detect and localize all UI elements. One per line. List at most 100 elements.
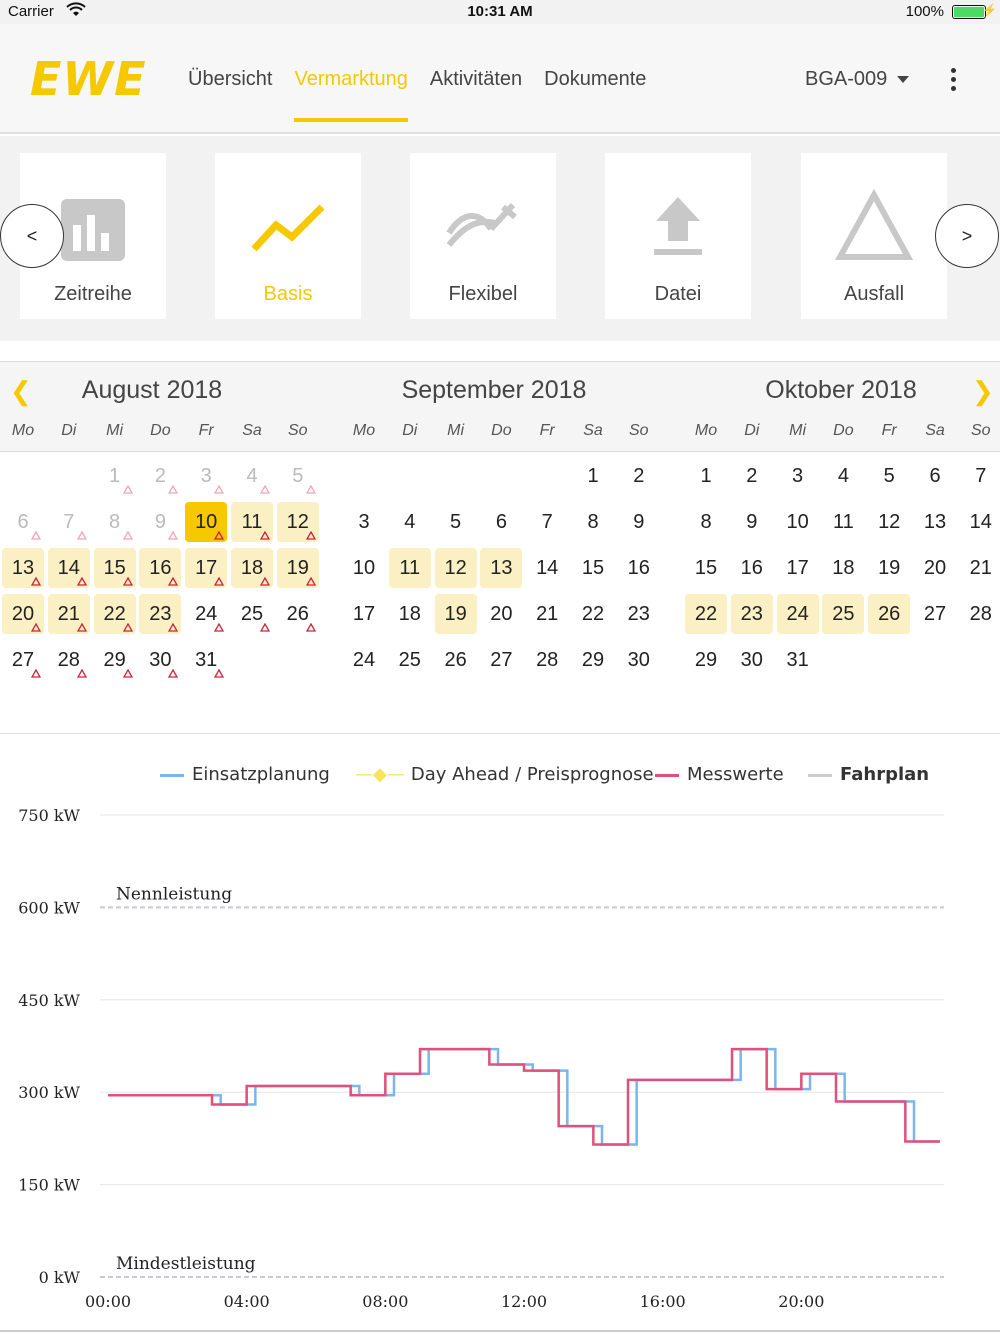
calendar-day[interactable]: 10 bbox=[343, 548, 385, 588]
calendar-day[interactable]: 3 bbox=[185, 456, 227, 496]
calendar-day[interactable]: 21 bbox=[960, 548, 1000, 588]
calendar-day[interactable]: 4 bbox=[231, 456, 273, 496]
calendar-day[interactable]: 25 bbox=[231, 594, 273, 634]
calendar-day[interactable]: 20 bbox=[480, 594, 522, 634]
calendar-day[interactable]: 31 bbox=[777, 640, 819, 680]
calendar-day[interactable]: 14 bbox=[526, 548, 568, 588]
calendar-day[interactable]: 2 bbox=[139, 456, 181, 496]
calendar-day[interactable]: 1 bbox=[572, 456, 614, 496]
calendar-day[interactable]: 29 bbox=[94, 640, 136, 680]
calendar-day[interactable]: 1 bbox=[94, 456, 136, 496]
calendar-day[interactable]: 23 bbox=[139, 594, 182, 634]
calendar-day[interactable]: 24 bbox=[343, 640, 385, 680]
calendar-day[interactable]: 6 bbox=[2, 502, 44, 542]
calendar-day[interactable]: 17 bbox=[343, 594, 385, 634]
calendar-day[interactable]: 12 bbox=[276, 502, 319, 542]
calendar-day[interactable]: 5 bbox=[277, 456, 319, 496]
calendar-day[interactable]: 18 bbox=[231, 548, 273, 588]
tab-aktivitaeten[interactable]: Aktivitäten bbox=[430, 68, 522, 122]
calendar-day[interactable]: 25 bbox=[822, 594, 865, 634]
mode-card-datei[interactable]: Datei bbox=[605, 153, 751, 319]
calendar-day[interactable]: 23 bbox=[618, 594, 660, 634]
calendar-day[interactable]: 9 bbox=[618, 502, 660, 542]
calendar-day[interactable]: 10 bbox=[777, 502, 819, 542]
calendar-day[interactable]: 27 bbox=[2, 640, 44, 680]
calendar-day[interactable]: 12 bbox=[868, 502, 910, 542]
calendar-day[interactable]: 9 bbox=[139, 502, 181, 542]
more-menu-icon[interactable] bbox=[946, 68, 960, 94]
tab-dokumente[interactable]: Dokumente bbox=[544, 68, 646, 122]
calendar-day[interactable]: 22 bbox=[93, 594, 136, 634]
calendar-day[interactable]: 27 bbox=[914, 594, 956, 634]
calendar-day[interactable]: 17 bbox=[185, 548, 228, 588]
next-mode-button[interactable]: > bbox=[935, 204, 999, 268]
calendar-day[interactable]: 10 bbox=[185, 502, 228, 542]
calendar-day[interactable]: 31 bbox=[185, 640, 227, 680]
mode-card-flexibel[interactable]: Flexibel bbox=[410, 153, 556, 319]
calendar-day[interactable]: 30 bbox=[139, 640, 181, 680]
calendar-day[interactable]: 26 bbox=[868, 594, 911, 634]
calendar-day[interactable]: 13 bbox=[480, 548, 523, 588]
calendar-day[interactable]: 16 bbox=[731, 548, 773, 588]
calendar-day[interactable]: 21 bbox=[526, 594, 568, 634]
calendar-day[interactable]: 24 bbox=[776, 594, 819, 634]
calendar-day[interactable]: 18 bbox=[822, 548, 864, 588]
tab-vermarktung[interactable]: Vermarktung bbox=[294, 68, 409, 122]
calendar-day[interactable]: 19 bbox=[276, 548, 319, 588]
calendar-day[interactable]: 3 bbox=[343, 502, 385, 542]
mode-card-ausfall[interactable]: Ausfall bbox=[801, 153, 947, 319]
calendar-day[interactable]: 7 bbox=[48, 502, 90, 542]
calendar-day[interactable]: 20 bbox=[2, 594, 44, 634]
calendar-day[interactable]: 18 bbox=[389, 594, 431, 634]
tab-uebersicht[interactable]: Übersicht bbox=[188, 68, 272, 122]
calendar-day[interactable]: 6 bbox=[480, 502, 522, 542]
calendar-day[interactable]: 23 bbox=[730, 594, 773, 634]
calendar-day[interactable]: 16 bbox=[618, 548, 660, 588]
calendar-day[interactable]: 30 bbox=[618, 640, 660, 680]
calendar-day[interactable]: 11 bbox=[388, 548, 431, 588]
calendar-day[interactable]: 16 bbox=[139, 548, 182, 588]
calendar-day[interactable]: 9 bbox=[731, 502, 773, 542]
calendar-day[interactable]: 3 bbox=[777, 456, 819, 496]
calendar-day[interactable]: 28 bbox=[48, 640, 90, 680]
calendar-day[interactable]: 27 bbox=[480, 640, 522, 680]
calendar-day[interactable]: 14 bbox=[960, 502, 1000, 542]
calendar-day[interactable]: 4 bbox=[822, 456, 864, 496]
calendar-day[interactable]: 15 bbox=[93, 548, 136, 588]
calendar-day[interactable]: 19 bbox=[434, 594, 477, 634]
calendar-day[interactable]: 8 bbox=[685, 502, 727, 542]
calendar-day[interactable]: 8 bbox=[94, 502, 136, 542]
calendar-day[interactable]: 8 bbox=[572, 502, 614, 542]
calendar-day[interactable]: 21 bbox=[47, 594, 90, 634]
calendar-day[interactable]: 29 bbox=[685, 640, 727, 680]
calendar-day[interactable]: 28 bbox=[526, 640, 568, 680]
calendar-day[interactable]: 26 bbox=[435, 640, 477, 680]
calendar-day[interactable]: 13 bbox=[914, 502, 956, 542]
calendar-day[interactable]: 12 bbox=[434, 548, 477, 588]
calendar-day[interactable]: 22 bbox=[685, 594, 727, 634]
calendar-day[interactable]: 24 bbox=[185, 594, 227, 634]
calendar-day[interactable]: 2 bbox=[618, 456, 660, 496]
calendar-day[interactable]: 7 bbox=[960, 456, 1000, 496]
calendar-day[interactable]: 11 bbox=[231, 502, 273, 542]
calendar-day[interactable]: 26 bbox=[277, 594, 319, 634]
calendar-day[interactable]: 5 bbox=[435, 502, 477, 542]
mode-card-basis[interactable]: Basis bbox=[215, 153, 361, 319]
calendar-day[interactable]: 28 bbox=[960, 594, 1000, 634]
calendar-day[interactable]: 4 bbox=[389, 502, 431, 542]
prev-mode-button[interactable]: < bbox=[0, 204, 64, 268]
calendar-day[interactable]: 11 bbox=[822, 502, 864, 542]
calendar-day[interactable]: 14 bbox=[47, 548, 90, 588]
calendar-day[interactable]: 13 bbox=[2, 548, 44, 588]
calendar-day[interactable]: 17 bbox=[777, 548, 819, 588]
calendar-day[interactable]: 15 bbox=[685, 548, 727, 588]
calendar-day[interactable]: 20 bbox=[914, 548, 956, 588]
calendar-day[interactable]: 7 bbox=[526, 502, 568, 542]
plant-dropdown[interactable]: BGA-009 bbox=[805, 68, 910, 91]
calendar-day[interactable]: 29 bbox=[572, 640, 614, 680]
calendar-day[interactable]: 6 bbox=[914, 456, 956, 496]
calendar-day[interactable]: 5 bbox=[868, 456, 910, 496]
calendar-day[interactable]: 19 bbox=[868, 548, 910, 588]
calendar-day[interactable]: 1 bbox=[685, 456, 727, 496]
calendar-day[interactable]: 15 bbox=[572, 548, 614, 588]
